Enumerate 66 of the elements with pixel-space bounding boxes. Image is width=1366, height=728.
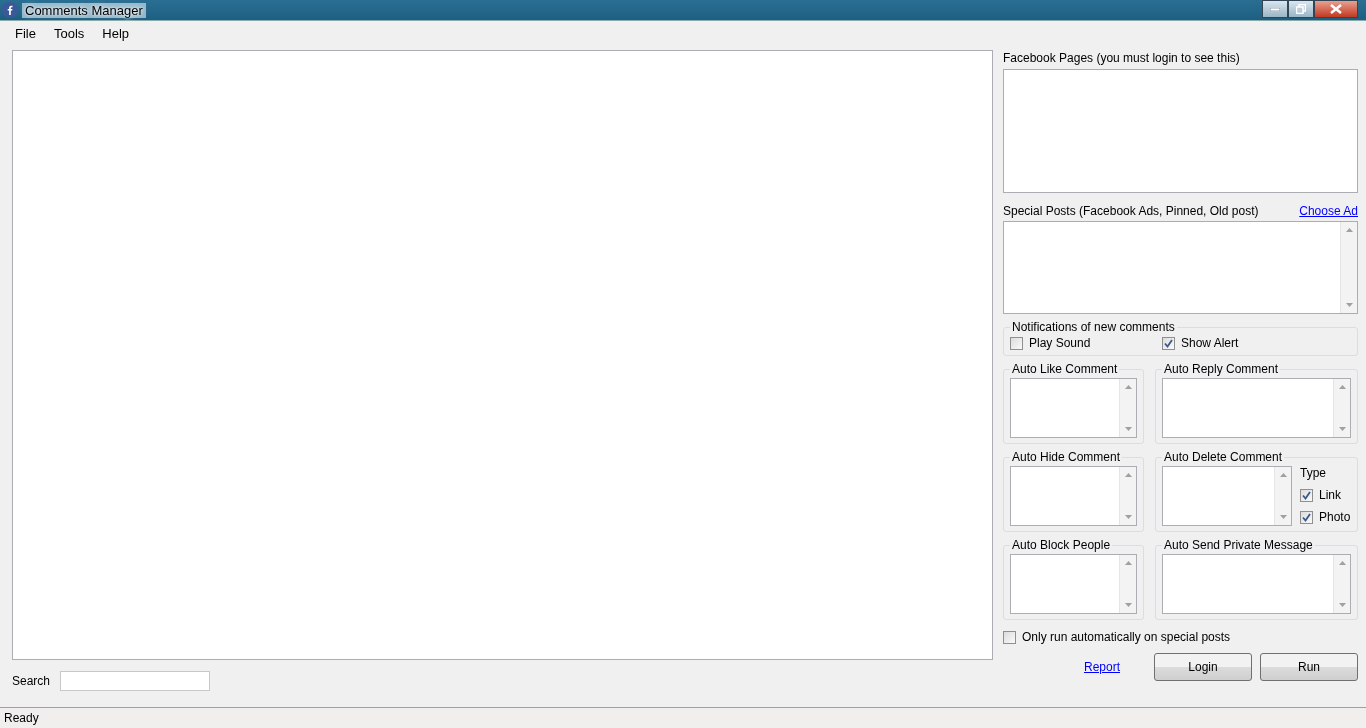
minimize-button[interactable]: [1262, 0, 1288, 18]
scroll-up-arrow-icon[interactable]: [1124, 561, 1132, 565]
checkbox[interactable]: [1010, 336, 1023, 350]
scrollbar[interactable]: [1119, 555, 1136, 613]
scrollbar[interactable]: [1119, 467, 1136, 525]
scrollbar[interactable]: [1119, 379, 1136, 437]
scroll-up-arrow-icon[interactable]: [1338, 561, 1346, 565]
checkbox[interactable]: [1003, 630, 1016, 644]
restore-button[interactable]: [1288, 0, 1314, 18]
scroll-up-arrow-icon[interactable]: [1279, 473, 1287, 477]
checkbox-label: Photo: [1319, 510, 1351, 524]
menu-item[interactable]: Tools: [44, 25, 94, 41]
action-button[interactable]: Login: [1154, 653, 1252, 681]
status-bar: Ready: [0, 707, 1366, 728]
group-title: Auto Send Private Message: [1163, 538, 1314, 552]
special-posts-list[interactable]: [1003, 221, 1358, 314]
app-logo-icon: [2, 2, 18, 18]
text-area[interactable]: [1162, 378, 1351, 438]
checkbox[interactable]: [1162, 336, 1175, 350]
close-icon: [1330, 4, 1342, 14]
group-title: Auto Block People: [1011, 538, 1112, 552]
checkbox-label: Play Sound: [1029, 336, 1091, 350]
checkbox-label: Only run automatically on special posts: [1022, 630, 1231, 644]
checkbox-label: Show Alert: [1181, 336, 1239, 350]
scroll-up-arrow-icon[interactable]: [1338, 385, 1346, 389]
group-title: Auto Hide Comment: [1011, 450, 1122, 464]
scroll-down-arrow-icon[interactable]: [1338, 427, 1346, 431]
report-link[interactable]: Report: [1083, 660, 1120, 674]
scroll-down-arrow-icon[interactable]: [1338, 603, 1346, 607]
text-area[interactable]: [1010, 554, 1137, 614]
checkbox[interactable]: [1300, 510, 1313, 524]
menu-item[interactable]: File: [6, 25, 45, 41]
scrollbar[interactable]: [1340, 222, 1357, 313]
checkbox[interactable]: [1300, 488, 1313, 502]
checkbox-label: Link: [1319, 488, 1341, 502]
text-area[interactable]: [1010, 466, 1137, 526]
special-posts-label: Special Posts (Facebook Ads, Pinned, Old post): [1003, 204, 1259, 218]
choose-ad-link[interactable]: Choose Ad: [1299, 204, 1358, 218]
scroll-down-arrow-icon[interactable]: [1279, 515, 1287, 519]
scroll-down-arrow-icon[interactable]: [1124, 515, 1132, 519]
text-area[interactable]: [1162, 554, 1351, 614]
menu-item[interactable]: Help: [93, 25, 139, 41]
group-title: Auto Reply Comment: [1163, 362, 1280, 376]
text-area[interactable]: [1010, 378, 1137, 438]
restore-icon: [1296, 4, 1306, 14]
text-area[interactable]: [1162, 466, 1292, 526]
group-title: Auto Delete Comment: [1163, 450, 1284, 464]
scrollbar[interactable]: [1274, 467, 1291, 525]
scroll-up-arrow-icon[interactable]: [1124, 473, 1132, 477]
search-label: Search: [12, 674, 51, 688]
group-title: Notifications of new comments: [1011, 320, 1176, 334]
action-button[interactable]: Run: [1260, 653, 1358, 681]
scroll-up-arrow-icon[interactable]: [1345, 228, 1353, 232]
pages-label: Facebook Pages (you must login to see this): [1003, 51, 1241, 65]
group-title: Auto Like Comment: [1011, 362, 1119, 376]
close-button[interactable]: [1314, 0, 1358, 18]
scrollbar[interactable]: [1333, 555, 1350, 613]
scrollbar[interactable]: [1333, 379, 1350, 437]
scroll-down-arrow-icon[interactable]: [1124, 427, 1132, 431]
type-label: Type: [1300, 466, 1327, 480]
search-field[interactable]: [60, 671, 211, 691]
pages-list[interactable]: [1003, 69, 1358, 193]
scroll-up-arrow-icon[interactable]: [1124, 385, 1132, 389]
scroll-down-arrow-icon[interactable]: [1124, 603, 1132, 607]
minimize-icon: [1270, 7, 1280, 11]
scroll-down-arrow-icon[interactable]: [1345, 303, 1353, 307]
